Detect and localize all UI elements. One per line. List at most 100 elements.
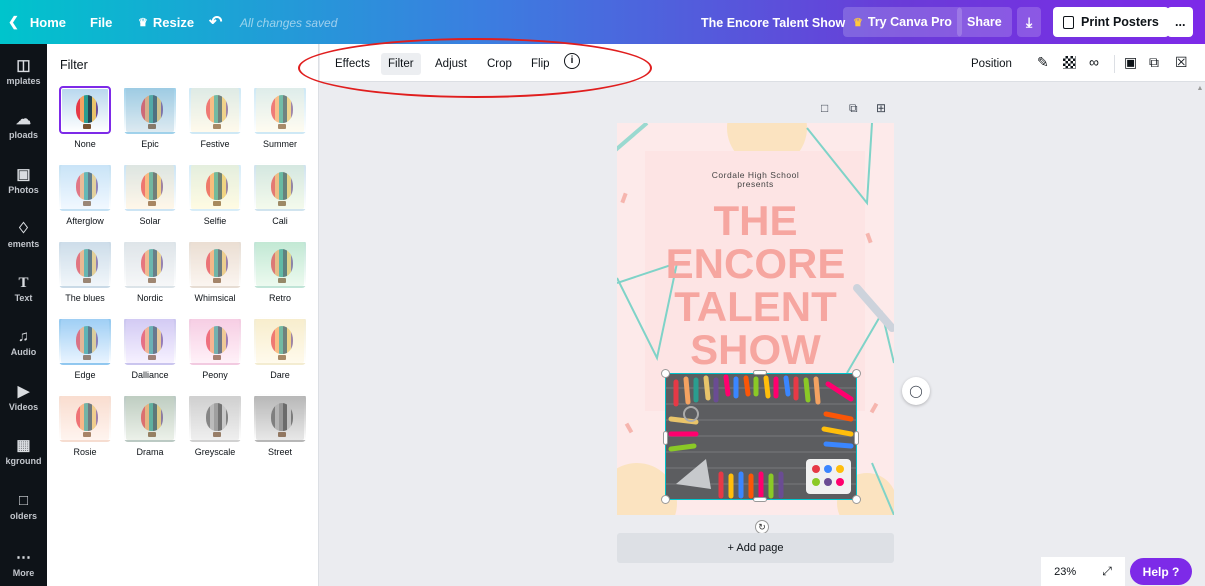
filter-tint (126, 242, 174, 286)
crown-icon: ♛ (853, 16, 863, 29)
filter-option[interactable]: The blues (54, 240, 116, 303)
position-button[interactable]: Position (964, 53, 1019, 75)
filter-option[interactable]: Peony (184, 317, 246, 380)
vertical-scrollbar[interactable]: ▲ (1195, 82, 1205, 586)
rail-more[interactable]: ⋯ More (0, 550, 47, 579)
filter-label: Edge (74, 370, 96, 380)
filter-label: Solar (139, 216, 161, 226)
undo-button[interactable]: ↶ (209, 12, 222, 32)
poster-canvas[interactable]: Cordale High School presents THE ENCORE … (617, 123, 894, 515)
resize-handle[interactable] (753, 370, 767, 375)
resize-handle[interactable] (854, 431, 859, 445)
transparency-icon[interactable] (1063, 56, 1076, 69)
add-page-button[interactable]: + Add page (617, 533, 894, 563)
filter-thumbnail (254, 394, 306, 442)
resize-handle[interactable] (753, 497, 767, 502)
rail-audio[interactable]: ♫ Audio (0, 329, 47, 358)
rail-templates[interactable]: ◫ mplates (0, 58, 47, 87)
file-menu[interactable]: File (90, 15, 112, 30)
resize-button[interactable]: ♛ Resize (138, 15, 194, 30)
filter-option[interactable]: Afterglow (54, 163, 116, 226)
add-page-icon[interactable]: ⊞ (876, 101, 886, 115)
note-icon[interactable]: □ (821, 101, 828, 115)
rail-elements[interactable]: ♢ ements (0, 221, 47, 250)
paint-roller-icon[interactable]: ✎ (1037, 54, 1049, 71)
comment-button[interactable]: ◯ (902, 377, 930, 405)
scroll-up-arrow[interactable]: ▲ (1195, 85, 1205, 92)
filter-thumbnail (124, 317, 176, 365)
resize-handle[interactable] (852, 369, 861, 378)
filter-label: Afterglow (66, 216, 104, 226)
home-label: Home (29, 14, 67, 30)
try-pro-button[interactable]: ♛ Try Canva Pro (843, 7, 962, 37)
filter-tint (126, 319, 174, 363)
filter-option[interactable]: Summer (249, 86, 311, 149)
rail-videos[interactable]: ▶ Videos (0, 384, 47, 413)
uploads-icon: ☁ (16, 111, 31, 128)
resize-handle[interactable] (852, 495, 861, 504)
print-posters-button[interactable]: Print Posters (1053, 7, 1169, 37)
filter-tint (61, 396, 109, 440)
filter-option[interactable]: Epic (119, 86, 181, 149)
poster-title-line4: SHOW (690, 326, 821, 373)
filter-option[interactable]: Cali (249, 163, 311, 226)
filter-tint (126, 88, 174, 132)
filter-option[interactable]: Whimsical (184, 240, 246, 303)
poster-title-line3: TALENT (674, 283, 837, 330)
rail-photos[interactable]: ▣ Photos (0, 167, 47, 196)
filter-thumbnail (59, 240, 111, 288)
help-button[interactable]: Help ? (1130, 558, 1192, 585)
link-icon[interactable]: ∞ (1089, 54, 1099, 70)
download-button[interactable]: ⤓ (1017, 7, 1042, 37)
fullscreen-icon[interactable]: ⤢ (1102, 564, 1112, 579)
resize-handle[interactable] (663, 431, 668, 445)
poster-icon (1063, 15, 1074, 29)
filter-label: Dare (270, 370, 290, 380)
filter-option[interactable]: Selfie (184, 163, 246, 226)
filter-option[interactable]: Festive (184, 86, 246, 149)
filter-tint (61, 319, 109, 363)
filter-thumbnail (189, 240, 241, 288)
filter-option[interactable]: Retro (249, 240, 311, 303)
rail-background[interactable]: ▦ kground (0, 438, 47, 467)
duplicate-icon[interactable]: ⧉ (1149, 54, 1159, 71)
filter-option[interactable]: Solar (119, 163, 181, 226)
filter-label: The blues (65, 293, 105, 303)
filter-thumbnail (59, 86, 111, 134)
filter-option[interactable]: Dare (249, 317, 311, 380)
poster-title-line2: ENCORE (665, 240, 846, 287)
filter-option[interactable]: Greyscale (184, 394, 246, 457)
rail-text[interactable]: T Text (0, 275, 47, 303)
resize-label: Resize (152, 15, 195, 30)
filter-label: Retro (268, 293, 291, 303)
filter-option[interactable]: Nordic (119, 240, 181, 303)
print-label: Print Posters (1081, 15, 1159, 29)
filter-option[interactable]: Street (249, 394, 311, 457)
zoom-control: 23% ⤢ (1041, 557, 1125, 586)
selected-photo[interactable] (665, 373, 857, 500)
filter-label: Whimsical (194, 293, 236, 303)
art-supplies-image (668, 374, 854, 499)
trash-icon[interactable]: ☒ (1175, 54, 1188, 71)
copy-page-icon[interactable]: ⧉ (849, 101, 858, 116)
filter-option[interactable]: None (54, 86, 116, 149)
zoom-level[interactable]: 23% (1054, 566, 1076, 578)
rail-uploads[interactable]: ☁ ploads (0, 111, 47, 141)
filter-option[interactable]: Drama (119, 394, 181, 457)
share-button[interactable]: Share (957, 7, 1012, 37)
filter-thumbnail (254, 240, 306, 288)
document-title[interactable]: The Encore Talent Show (701, 16, 845, 30)
filter-label: Drama (136, 447, 164, 457)
resize-handle[interactable] (661, 369, 670, 378)
rail-folders[interactable]: □ olders (0, 493, 47, 522)
rotate-handle[interactable]: ↻ (755, 520, 769, 534)
resize-handle[interactable] (661, 495, 670, 504)
basket-image (83, 124, 91, 129)
filter-option[interactable]: Dalliance (119, 317, 181, 380)
home-button[interactable]: ❮ Home (8, 14, 66, 30)
side-rail: ◫ mplates ☁ ploads ▣ Photos ♢ ements T Text ♫… (0, 44, 47, 586)
more-options-button[interactable]: ... (1167, 7, 1194, 37)
filter-option[interactable]: Rosie (54, 394, 116, 457)
filter-option[interactable]: Edge (54, 317, 116, 380)
lock-icon[interactable]: ▣ (1124, 54, 1137, 71)
